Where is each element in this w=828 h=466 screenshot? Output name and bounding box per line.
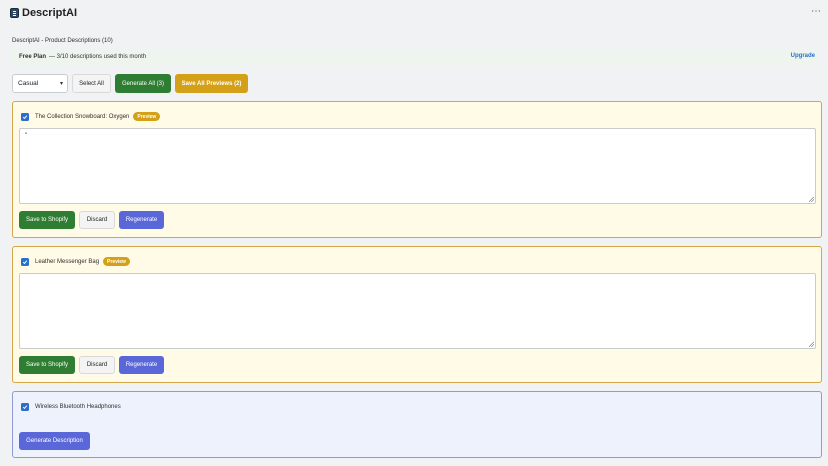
- chevron-down-icon: ▾: [59, 81, 63, 87]
- app-title: DescriptAI: [22, 7, 78, 19]
- resize-handle-icon[interactable]: [809, 342, 814, 347]
- regenerate-button[interactable]: Regenerate: [119, 356, 164, 374]
- save-to-shopify-button[interactable]: Save to Shopify: [19, 356, 75, 374]
- product-checkbox[interactable]: [21, 112, 29, 121]
- card-actions: Generate Description: [19, 432, 90, 450]
- card-actions: Save to Shopify Discard Regenerate: [19, 356, 164, 374]
- card-actions: Save to Shopify Discard Regenerate: [19, 211, 164, 229]
- more-options-icon[interactable]: ⋯: [811, 7, 822, 17]
- description-textarea[interactable]: ": [19, 128, 816, 204]
- product-checkbox[interactable]: [21, 402, 29, 411]
- tone-select-value: Casual: [18, 80, 39, 87]
- tone-select[interactable]: Casual ▾: [12, 74, 68, 93]
- checkmark-icon: [22, 259, 28, 264]
- checkmark-icon: [22, 114, 28, 119]
- preview-badge: Preview: [103, 257, 130, 266]
- toolbar: Casual ▾ Select All Generate All (3) Sav…: [12, 74, 248, 93]
- app-logo-icon: [10, 8, 19, 18]
- description-text: ": [25, 133, 28, 139]
- discard-button[interactable]: Discard: [79, 211, 115, 229]
- plan-name: Free Plan: [19, 54, 47, 60]
- product-card-header: The Collection Snowboard: Oxygen Preview: [21, 111, 161, 122]
- save-all-previews-button[interactable]: Save All Previews (2): [175, 74, 248, 93]
- save-to-shopify-button[interactable]: Save to Shopify: [19, 211, 75, 229]
- product-card: Leather Messenger Bag Preview Save to Sh…: [12, 246, 822, 383]
- app-bar: DescriptAI ⋯: [0, 0, 828, 26]
- product-checkbox[interactable]: [21, 257, 29, 266]
- product-card: The Collection Snowboard: Oxygen Preview…: [12, 101, 822, 238]
- discard-button[interactable]: Discard: [79, 356, 115, 374]
- page-heading: DescriptAI - Product Descriptions (10): [12, 38, 113, 44]
- plan-usage: — 3/10 descriptions used this month: [49, 54, 147, 60]
- generate-all-button[interactable]: Generate All (3): [115, 74, 171, 93]
- select-all-button[interactable]: Select All: [72, 74, 111, 93]
- upgrade-link[interactable]: Upgrade: [791, 53, 815, 59]
- product-card-header: Leather Messenger Bag Preview: [21, 256, 130, 267]
- plan-banner: Free Plan — 3/10 descriptions used this …: [12, 49, 818, 65]
- generate-description-button[interactable]: Generate Description: [19, 432, 90, 450]
- product-name: Leather Messenger Bag: [35, 258, 100, 265]
- preview-badge: Preview: [133, 112, 161, 121]
- product-name: Wireless Bluetooth Headphones: [35, 403, 121, 410]
- product-name: The Collection Snowboard: Oxygen: [35, 113, 130, 120]
- checkmark-icon: [22, 404, 28, 409]
- product-card-header: Wireless Bluetooth Headphones: [21, 401, 125, 412]
- resize-handle-icon[interactable]: [809, 197, 814, 202]
- product-card: Wireless Bluetooth Headphones Generate D…: [12, 391, 822, 458]
- description-textarea[interactable]: [19, 273, 816, 349]
- regenerate-button[interactable]: Regenerate: [119, 211, 164, 229]
